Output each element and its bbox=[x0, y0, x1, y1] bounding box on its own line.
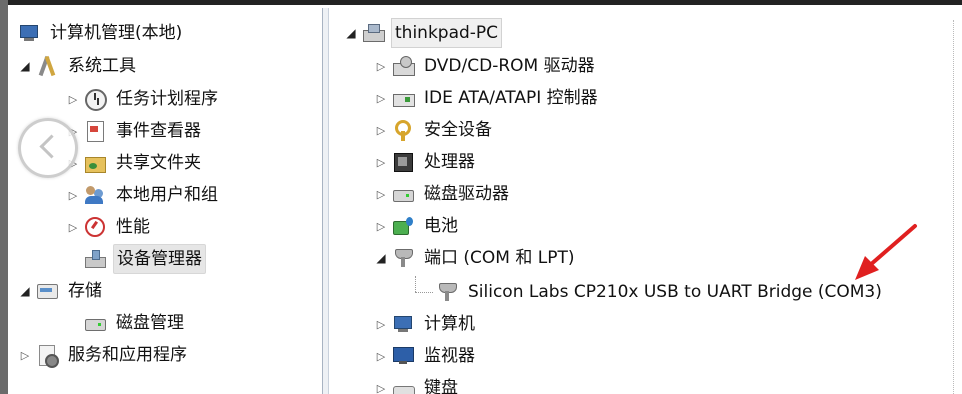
tree-label-event-viewer: 事件查看器 bbox=[116, 121, 201, 141]
computer-management-icon bbox=[18, 22, 40, 44]
tree-item-local-users[interactable]: ▷ 本地用户和组 bbox=[66, 180, 221, 210]
processor-icon bbox=[392, 151, 414, 173]
users-icon bbox=[84, 184, 106, 206]
device-category[interactable]: ▷ 电池 bbox=[374, 211, 461, 241]
device-category[interactable]: ▷ 磁盘驱动器 bbox=[374, 179, 512, 209]
expand-arrow-icon[interactable]: ▷ bbox=[374, 92, 388, 105]
collapse-arrow-icon[interactable]: ◢ bbox=[374, 251, 388, 265]
computer-icon bbox=[392, 313, 414, 335]
device-category[interactable]: ▷ 键盘 bbox=[374, 373, 461, 394]
tree-item-system-tools[interactable]: ◢ 系统工具 bbox=[18, 51, 139, 81]
expand-arrow-icon[interactable]: ▷ bbox=[66, 221, 80, 234]
back-button[interactable] bbox=[18, 118, 78, 178]
device-category[interactable]: ▷ DVD/CD-ROM 驱动器 bbox=[374, 51, 598, 81]
device-category-label: DVD/CD-ROM 驱动器 bbox=[424, 56, 595, 76]
tree-item-storage[interactable]: ◢ 存储 bbox=[18, 276, 105, 306]
device-category-label: 键盘 bbox=[424, 378, 458, 394]
tree-connector bbox=[415, 276, 416, 292]
tree-label-local-users: 本地用户和组 bbox=[116, 185, 218, 205]
navigation-tree-pane[interactable]: 计算机管理(本地) ◢ 系统工具 ▷ 任务计划程序 ▷ 事件查看器 ▷ 共享文件… bbox=[12, 8, 323, 394]
monitor-icon bbox=[392, 345, 414, 367]
expand-arrow-icon[interactable]: ▷ bbox=[374, 188, 388, 201]
tree-label-disk-management: 磁盘管理 bbox=[116, 313, 184, 333]
tree-label-system-tools: 系统工具 bbox=[68, 56, 136, 76]
storage-icon bbox=[36, 280, 58, 302]
ide-controller-icon bbox=[392, 87, 415, 109]
device-category-label: 监视器 bbox=[424, 346, 475, 366]
device-category-ports[interactable]: ◢ 端口 (COM 和 LPT) bbox=[374, 243, 578, 273]
tools-icon bbox=[36, 55, 58, 77]
tree-item-shared-folders[interactable]: ▷ 共享文件夹 bbox=[66, 148, 204, 178]
expand-arrow-icon[interactable]: ▷ bbox=[374, 350, 388, 363]
device-category[interactable]: ▷ 计算机 bbox=[374, 309, 478, 339]
tree-item-disk-management[interactable]: 磁盘管理 bbox=[84, 308, 187, 338]
collapse-arrow-icon[interactable]: ◢ bbox=[18, 284, 32, 298]
tree-item-services[interactable]: ▷ 服务和应用程序 bbox=[18, 340, 190, 370]
tree-label-device-manager: 设备管理器 bbox=[113, 244, 206, 274]
expand-arrow-icon[interactable]: ▷ bbox=[374, 60, 388, 73]
performance-icon bbox=[84, 216, 106, 238]
expand-arrow-icon[interactable]: ▷ bbox=[374, 382, 388, 394]
disk-icon bbox=[84, 312, 106, 334]
pc-icon bbox=[362, 22, 385, 44]
dvd-drive-icon bbox=[392, 55, 415, 77]
shared-folder-icon bbox=[84, 152, 106, 174]
security-device-icon bbox=[392, 119, 414, 141]
tree-connector bbox=[415, 292, 433, 293]
device-category[interactable]: ▷ 监视器 bbox=[374, 341, 478, 371]
services-icon bbox=[36, 344, 59, 368]
device-tree-pane[interactable]: ◢ thinkpad-PC ▷ DVD/CD-ROM 驱动器 ▷ IDE ATA… bbox=[330, 8, 962, 394]
tree-item-task-scheduler[interactable]: ▷ 任务计划程序 bbox=[66, 84, 221, 114]
port-icon bbox=[392, 247, 414, 269]
device-category[interactable]: ▷ IDE ATA/ATAPI 控制器 bbox=[374, 83, 601, 113]
device-com-port-label: Silicon Labs CP210x USB to UART Bridge (… bbox=[468, 282, 882, 302]
device-category[interactable]: ▷ 处理器 bbox=[374, 147, 478, 177]
device-manager-icon bbox=[84, 248, 106, 270]
top-border bbox=[0, 0, 962, 5]
device-com-port[interactable]: Silicon Labs CP210x USB to UART Bridge (… bbox=[436, 277, 885, 307]
device-root[interactable]: ◢ thinkpad-PC bbox=[344, 18, 503, 48]
keyboard-icon bbox=[392, 377, 415, 394]
expand-arrow-icon[interactable]: ▷ bbox=[66, 189, 80, 202]
device-category-label: 端口 (COM 和 LPT) bbox=[424, 248, 575, 268]
tree-item-performance[interactable]: ▷ 性能 bbox=[66, 212, 153, 242]
tree-label-storage: 存储 bbox=[68, 281, 102, 301]
task-scheduler-icon bbox=[84, 88, 107, 111]
tree-label-root: 计算机管理(本地) bbox=[50, 23, 183, 43]
tree-label-services: 服务和应用程序 bbox=[68, 345, 187, 365]
tree-item-root[interactable]: 计算机管理(本地) bbox=[18, 18, 185, 48]
device-category-label: 电池 bbox=[424, 216, 458, 236]
annotation-arrow-icon bbox=[855, 224, 917, 280]
device-category-label: 磁盘驱动器 bbox=[424, 184, 509, 204]
device-category[interactable]: ▷ 安全设备 bbox=[374, 115, 495, 145]
expand-arrow-icon[interactable]: ▷ bbox=[374, 220, 388, 233]
device-category-label: 安全设备 bbox=[424, 120, 492, 140]
pane-splitter[interactable] bbox=[323, 8, 329, 394]
expand-arrow-icon[interactable]: ▷ bbox=[374, 156, 388, 169]
tree-item-event-viewer[interactable]: ▷ 事件查看器 bbox=[66, 116, 204, 146]
disk-drive-icon bbox=[392, 183, 414, 205]
collapse-arrow-icon[interactable]: ◢ bbox=[18, 59, 32, 73]
device-category-label: 处理器 bbox=[424, 152, 475, 172]
window-left-border bbox=[0, 0, 8, 394]
device-category-label: IDE ATA/ATAPI 控制器 bbox=[424, 88, 598, 108]
event-viewer-icon bbox=[84, 120, 106, 142]
tree-label-performance: 性能 bbox=[116, 217, 150, 237]
device-category-label: 计算机 bbox=[424, 314, 475, 334]
tree-item-device-manager[interactable]: 设备管理器 bbox=[84, 244, 206, 274]
tree-label-task-scheduler: 任务计划程序 bbox=[116, 89, 218, 109]
tree-label-shared-folders: 共享文件夹 bbox=[116, 153, 201, 173]
scroll-edge bbox=[953, 20, 957, 394]
expand-arrow-icon[interactable]: ▷ bbox=[374, 124, 388, 137]
port-icon bbox=[436, 281, 458, 303]
collapse-arrow-icon[interactable]: ◢ bbox=[344, 26, 358, 40]
expand-arrow-icon[interactable]: ▷ bbox=[374, 318, 388, 331]
device-root-label: thinkpad-PC bbox=[391, 18, 503, 48]
battery-icon bbox=[392, 215, 414, 237]
expand-arrow-icon[interactable]: ▷ bbox=[66, 93, 80, 106]
expand-arrow-icon[interactable]: ▷ bbox=[18, 349, 32, 362]
